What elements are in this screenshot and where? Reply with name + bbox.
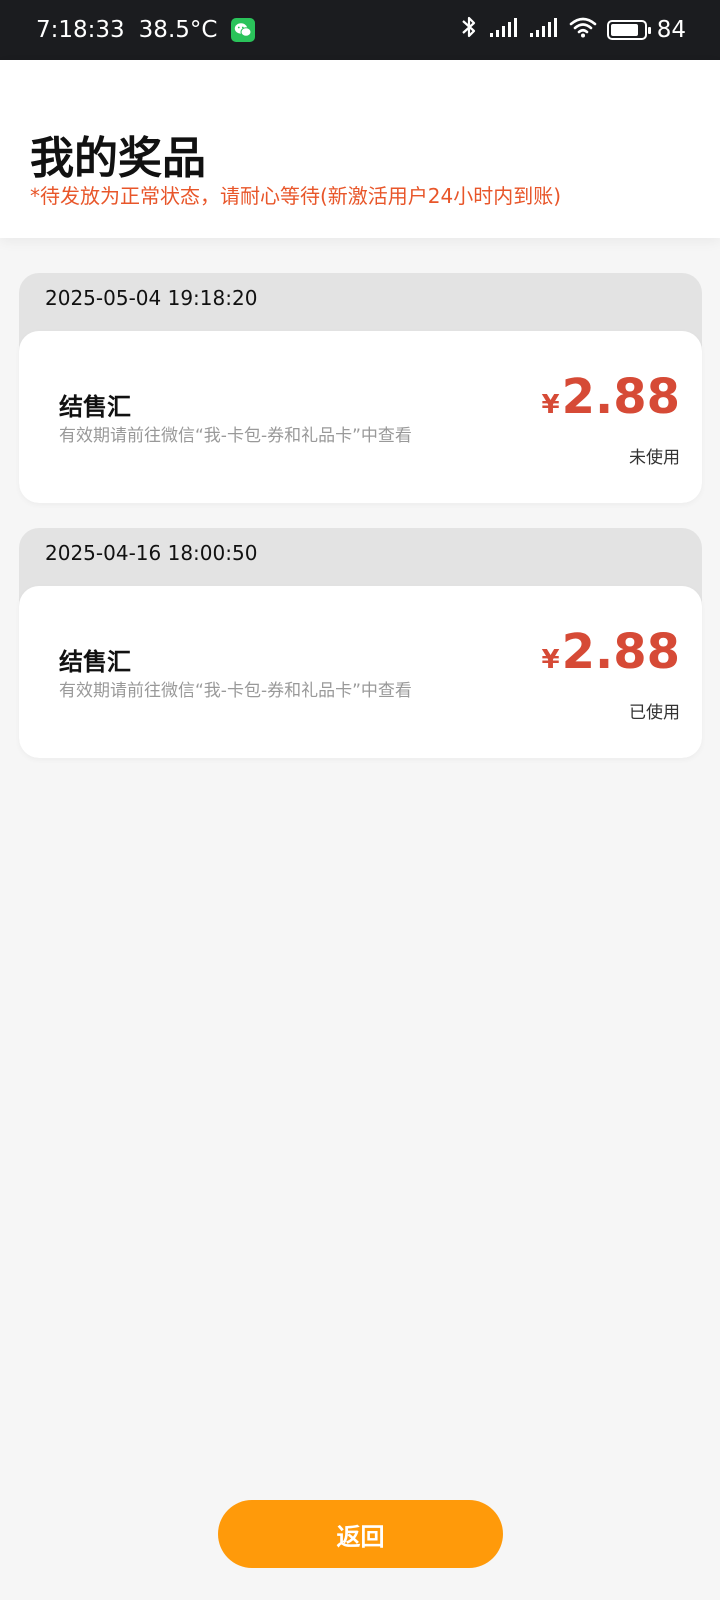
prize-status: 已使用: [629, 703, 680, 723]
prize-description: 有效期请前往微信“我-卡包-券和礼品卡”中查看: [59, 426, 412, 446]
prize-amount: ¥ 2.88: [541, 369, 680, 425]
status-time: 7:18:33: [36, 17, 125, 43]
back-button[interactable]: 返回: [218, 1500, 503, 1568]
prize-status: 未使用: [629, 448, 680, 468]
prize-card: 2025-04-16 18:00:50 结售汇 有效期请前往微信“我-卡包-券和…: [19, 528, 702, 758]
wifi-icon: [569, 16, 597, 44]
battery-level: 84: [656, 17, 686, 43]
prize-description: 有效期请前往微信“我-卡包-券和礼品卡”中查看: [59, 681, 412, 701]
prize-name: 结售汇: [59, 648, 131, 676]
status-bar-left: 7:18:33 38.5°C: [36, 17, 256, 43]
prize-card-body[interactable]: 结售汇 有效期请前往微信“我-卡包-券和礼品卡”中查看 ¥ 2.88 已使用: [19, 586, 702, 758]
page-header: 我的奖品 *待发放为正常状态，请耐心等待(新激活用户24小时内到账): [0, 60, 720, 238]
page-title: 我的奖品: [30, 133, 206, 184]
prize-card-body[interactable]: 结售汇 有效期请前往微信“我-卡包-券和礼品卡”中查看 ¥ 2.88 未使用: [19, 331, 702, 503]
prize-name: 结售汇: [59, 393, 131, 421]
signal-icon: [489, 16, 519, 44]
currency-symbol: ¥: [541, 645, 560, 675]
currency-symbol: ¥: [541, 390, 560, 420]
status-temperature: 38.5°C: [138, 17, 218, 43]
prize-date: 2025-04-16 18:00:50: [45, 541, 258, 565]
battery-icon: [606, 20, 651, 40]
amount-value: 2.88: [561, 624, 680, 680]
wechat-icon: [231, 18, 256, 42]
amount-value: 2.88: [561, 369, 680, 425]
page-notice: *待发放为正常状态，请耐心等待(新激活用户24小时内到账): [30, 184, 562, 208]
bluetooth-icon: [459, 14, 479, 46]
signal-icon: [529, 16, 559, 44]
prize-date: 2025-05-04 19:18:20: [45, 286, 258, 310]
battery-fill: [610, 24, 638, 36]
status-bar: 7:18:33 38.5°C 84: [0, 0, 720, 60]
status-bar-right: 84: [459, 14, 686, 46]
prize-card: 2025-05-04 19:18:20 结售汇 有效期请前往微信“我-卡包-券和…: [19, 273, 702, 503]
prize-amount: ¥ 2.88: [541, 624, 680, 680]
